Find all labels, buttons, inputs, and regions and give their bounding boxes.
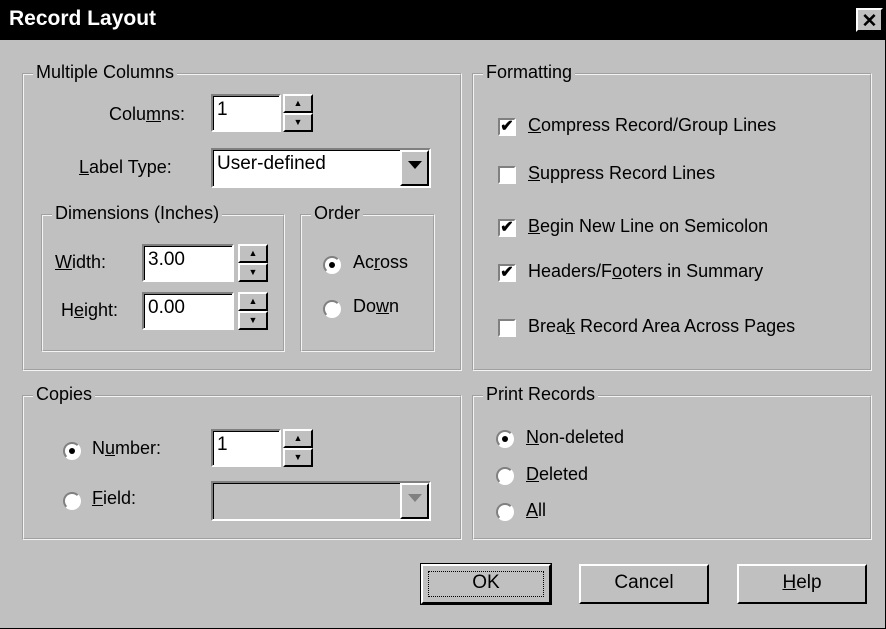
focus-rect xyxy=(428,571,544,597)
width-spinner[interactable]: ▲ ▼ xyxy=(238,244,268,282)
label-type-select[interactable]: User-defined xyxy=(211,148,431,188)
close-icon[interactable]: ✕ xyxy=(856,8,883,32)
spin-up-icon[interactable]: ▲ xyxy=(283,94,313,113)
help-label: Help xyxy=(782,572,822,593)
columns-input[interactable]: 1 xyxy=(211,94,281,132)
spin-up-icon[interactable]: ▲ xyxy=(238,244,268,263)
copies-number-label[interactable]: Number: xyxy=(92,438,161,459)
dimensions-legend: Dimensions (Inches) xyxy=(52,203,223,224)
order-across-label[interactable]: Across xyxy=(353,252,408,273)
chevron-down-icon[interactable] xyxy=(400,150,429,186)
compress-lines-label[interactable]: Compress Record/Group Lines xyxy=(528,115,776,136)
print-deleted-label[interactable]: Deleted xyxy=(526,464,588,485)
cancel-button[interactable]: Cancel xyxy=(579,564,709,604)
spin-down-icon[interactable]: ▼ xyxy=(283,113,313,132)
title-bar: Record Layout ✕ xyxy=(0,0,886,40)
break-record-area-checkbox[interactable] xyxy=(498,319,516,337)
suppress-lines-checkbox[interactable] xyxy=(498,166,516,184)
height-label: Height: xyxy=(61,300,119,320)
copies-number-spinner[interactable]: ▲ ▼ xyxy=(283,429,313,467)
print-nondeleted-radio[interactable] xyxy=(496,430,514,448)
copies-field-label[interactable]: Field: xyxy=(92,488,136,509)
width-input[interactable]: 3.00 xyxy=(142,244,234,282)
formatting-group: Formatting ✔ Compress Record/Group Lines… xyxy=(472,62,872,371)
order-legend: Order xyxy=(311,203,364,224)
dimensions-group: Dimensions (Inches) Width: 3.00 ▲ ▼ Heig… xyxy=(41,203,285,352)
multiple-columns-legend: Multiple Columns xyxy=(33,62,178,83)
print-deleted-radio[interactable] xyxy=(496,467,514,485)
order-group: Order Across Down xyxy=(300,203,435,352)
spin-up-icon[interactable]: ▲ xyxy=(238,292,268,311)
copies-legend: Copies xyxy=(33,384,96,405)
columns-spinner[interactable]: ▲ ▼ xyxy=(283,94,313,132)
order-across-radio[interactable] xyxy=(323,256,341,274)
width-label: Width: xyxy=(55,252,107,272)
cancel-label: Cancel xyxy=(614,572,674,593)
record-layout-dialog: Record Layout ✕ Multiple Columns Columns… xyxy=(0,0,886,629)
formatting-legend: Formatting xyxy=(483,62,576,83)
order-down-radio[interactable] xyxy=(323,300,341,318)
multiple-columns-group: Multiple Columns Columns: 1 ▲ ▼ Label Ty… xyxy=(22,62,462,371)
help-button[interactable]: Help xyxy=(737,564,867,604)
spin-down-icon[interactable]: ▼ xyxy=(238,311,268,330)
headers-footers-label[interactable]: Headers/Footers in Summary xyxy=(528,261,763,282)
spin-down-icon[interactable]: ▼ xyxy=(283,448,313,467)
spin-down-icon[interactable]: ▼ xyxy=(238,263,268,282)
print-records-group: Print Records Non-deleted Deleted All xyxy=(472,384,872,540)
headers-footers-checkbox[interactable]: ✔ xyxy=(498,264,516,282)
label-type-label: Label Type: xyxy=(79,157,172,177)
spin-up-icon[interactable]: ▲ xyxy=(283,429,313,448)
copies-field-radio[interactable] xyxy=(63,492,81,510)
window-title: Record Layout xyxy=(9,7,157,30)
ok-button[interactable]: OK xyxy=(420,563,552,605)
print-all-label[interactable]: All xyxy=(526,500,546,521)
height-input[interactable]: 0.00 xyxy=(142,292,234,330)
copies-number-input[interactable]: 1 xyxy=(211,429,281,467)
height-spinner[interactable]: ▲ ▼ xyxy=(238,292,268,330)
chevron-down-icon[interactable] xyxy=(400,483,429,519)
copies-number-radio[interactable] xyxy=(63,442,81,460)
begin-new-line-checkbox[interactable]: ✔ xyxy=(498,219,516,237)
break-record-area-label[interactable]: Break Record Area Across Pages xyxy=(528,316,795,337)
copies-field-select[interactable] xyxy=(211,481,431,521)
print-all-radio[interactable] xyxy=(496,503,514,521)
columns-label: Columns: xyxy=(109,104,186,124)
copies-group: Copies Number: 1 ▲ ▼ Field: xyxy=(22,384,462,540)
compress-lines-checkbox[interactable]: ✔ xyxy=(498,118,516,136)
print-records-legend: Print Records xyxy=(483,384,599,405)
begin-new-line-label[interactable]: Begin New Line on Semicolon xyxy=(528,216,768,237)
print-nondeleted-label[interactable]: Non-deleted xyxy=(526,427,624,448)
suppress-lines-label[interactable]: Suppress Record Lines xyxy=(528,163,715,184)
order-down-label[interactable]: Down xyxy=(353,296,399,317)
